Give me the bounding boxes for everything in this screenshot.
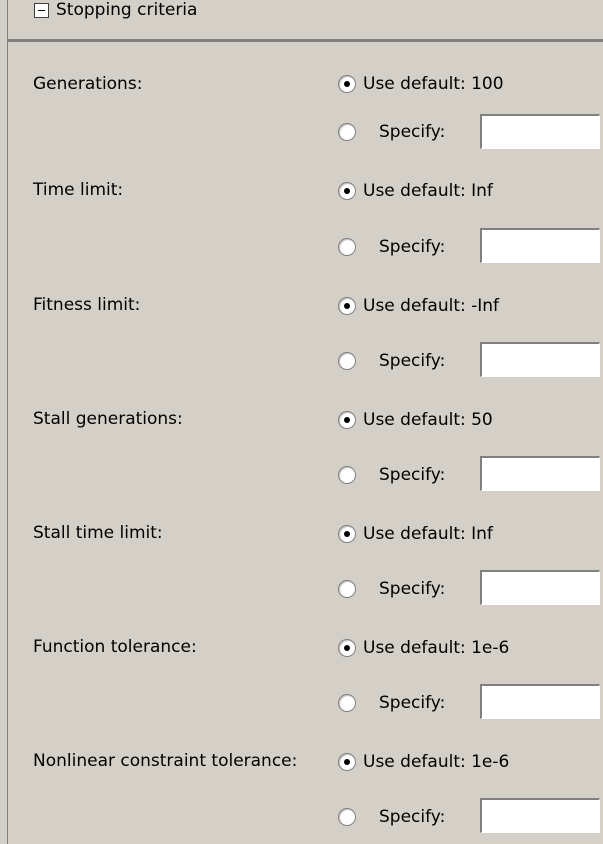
time-limit-default-label[interactable]: Use default: Inf [363, 180, 493, 202]
nonlinear-constraint-tolerance-default-radio[interactable] [338, 753, 356, 771]
generations-specify-radio[interactable] [338, 123, 356, 141]
nonlinear-constraint-tolerance-default-label[interactable]: Use default: 1e-6 [363, 751, 509, 773]
time-limit-specify-label[interactable]: Specify: [379, 236, 445, 258]
fitness-limit-label: Fitness limit: [33, 295, 141, 315]
function-tolerance-specify-input[interactable] [480, 684, 600, 719]
section-title: Stopping criteria [56, 0, 198, 20]
time-limit-specify-radio[interactable] [338, 238, 356, 256]
nonlinear-constraint-tolerance-specify-radio[interactable] [338, 808, 356, 826]
panel-left-border [7, 0, 8, 844]
time-limit-default-radio[interactable] [338, 182, 356, 200]
stall-generations-specify-input[interactable] [480, 456, 600, 491]
fitness-limit-default-label[interactable]: Use default: -Inf [363, 295, 499, 317]
fitness-limit-specify-input[interactable] [480, 342, 600, 377]
time-limit-specify-input[interactable] [480, 228, 600, 263]
nonlinear-constraint-tolerance-specify-label[interactable]: Specify: [379, 806, 445, 828]
function-tolerance-label: Function tolerance: [33, 637, 197, 657]
generations-specify-label[interactable]: Specify: [379, 121, 445, 143]
collapse-minus-icon[interactable] [34, 3, 49, 18]
stall-generations-default-radio[interactable] [338, 411, 356, 429]
stall-time-limit-specify-input[interactable] [480, 570, 600, 605]
stall-time-limit-specify-radio[interactable] [338, 580, 356, 598]
function-tolerance-specify-radio[interactable] [338, 694, 356, 712]
stopping-criteria-panel: Stopping criteria Generations: Use defau… [0, 0, 603, 844]
nonlinear-constraint-tolerance-label: Nonlinear constraint tolerance: [33, 751, 298, 771]
generations-default-label[interactable]: Use default: 100 [363, 73, 504, 95]
function-tolerance-default-label[interactable]: Use default: 1e-6 [363, 637, 509, 659]
function-tolerance-specify-label[interactable]: Specify: [379, 692, 445, 714]
fitness-limit-default-radio[interactable] [338, 297, 356, 315]
stall-time-limit-default-radio[interactable] [338, 525, 356, 543]
fitness-limit-specify-label[interactable]: Specify: [379, 350, 445, 372]
stall-generations-specify-label[interactable]: Specify: [379, 464, 445, 486]
time-limit-label: Time limit: [33, 180, 124, 200]
stall-generations-label: Stall generations: [33, 409, 183, 429]
function-tolerance-default-radio[interactable] [338, 639, 356, 657]
stall-time-limit-label: Stall time limit: [33, 523, 163, 543]
generations-label: Generations: [33, 74, 143, 94]
stall-generations-specify-radio[interactable] [338, 466, 356, 484]
generations-specify-input[interactable] [480, 114, 600, 149]
nonlinear-constraint-tolerance-specify-input[interactable] [480, 798, 600, 833]
section-header[interactable]: Stopping criteria [8, 0, 603, 42]
generations-default-radio[interactable] [338, 75, 356, 93]
fitness-limit-specify-radio[interactable] [338, 352, 356, 370]
stall-time-limit-default-label[interactable]: Use default: Inf [363, 523, 493, 545]
stall-generations-default-label[interactable]: Use default: 50 [363, 409, 493, 431]
stall-time-limit-specify-label[interactable]: Specify: [379, 578, 445, 600]
